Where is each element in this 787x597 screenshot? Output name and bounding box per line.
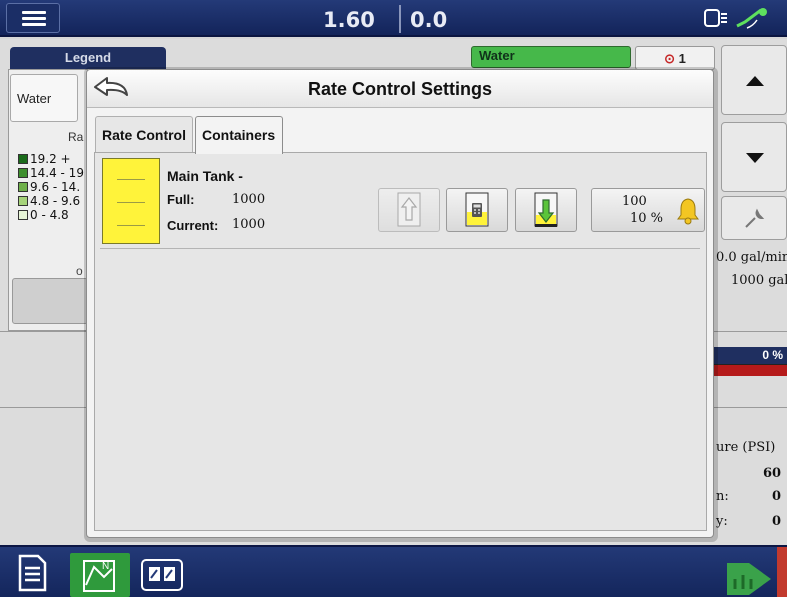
bell-icon bbox=[677, 198, 699, 225]
current-label: Current: bbox=[167, 218, 219, 233]
legend-tab[interactable]: Legend bbox=[10, 47, 166, 69]
target-chip-value: 1 bbox=[678, 51, 686, 66]
document-icon bbox=[18, 554, 47, 592]
legend-range-label: 0 - 4.8 bbox=[30, 208, 69, 222]
pressure-value: 60 bbox=[763, 466, 782, 481]
full-value: 1000 bbox=[232, 192, 266, 207]
legend-range-row: 14.4 - 19 bbox=[18, 166, 84, 180]
calculate-tank-button[interactable] bbox=[446, 188, 508, 232]
tab-containers[interactable]: Containers bbox=[195, 116, 283, 154]
scroll-down-button[interactable] bbox=[721, 122, 787, 192]
settings-button[interactable] bbox=[721, 196, 787, 240]
wrench-icon bbox=[745, 208, 765, 228]
legend-range-row: 4.8 - 9.6 bbox=[18, 194, 84, 208]
menu-icon-line bbox=[22, 23, 46, 26]
legend-range-label: 19.2 + bbox=[30, 152, 71, 166]
volume-readout: 1000 gal bbox=[731, 273, 787, 288]
rate-control-settings-dialog: Rate Control Settings Rate Control Conta… bbox=[86, 69, 714, 538]
level-bar bbox=[712, 364, 787, 376]
fill-tank-button[interactable] bbox=[378, 188, 440, 232]
dialog-header: Rate Control Settings bbox=[87, 70, 713, 108]
split-view-icon bbox=[141, 559, 183, 591]
tank-swatch-line bbox=[117, 202, 145, 203]
legend-marker: o bbox=[76, 264, 83, 278]
dialog-title: Rate Control Settings bbox=[307, 79, 492, 99]
arrow-up-icon bbox=[397, 192, 421, 227]
legend-product-button[interactable]: Water bbox=[10, 74, 78, 122]
scroll-up-button[interactable] bbox=[721, 45, 787, 115]
menu-button[interactable] bbox=[6, 3, 60, 33]
row-n-value: 0 bbox=[772, 489, 782, 504]
legend-range-row: 19.2 + bbox=[18, 152, 84, 166]
status-icons[interactable] bbox=[703, 6, 773, 38]
tank-name: Main Tank - bbox=[167, 168, 243, 184]
menu-icon-line bbox=[22, 17, 46, 20]
current-value: 1000 bbox=[232, 217, 266, 232]
product-chip[interactable]: Water bbox=[471, 46, 631, 68]
tank-swatch-line bbox=[117, 225, 145, 226]
legend-range-label: 4.8 - 9.6 bbox=[30, 194, 81, 208]
menu-icon-line bbox=[22, 11, 46, 14]
flow-readout: 0.0 gal/min bbox=[716, 250, 787, 265]
alert-edge bbox=[777, 547, 787, 597]
reports-button[interactable] bbox=[14, 553, 54, 597]
readout-divider bbox=[399, 5, 401, 33]
tank-color-swatch[interactable] bbox=[102, 158, 160, 244]
speed-readout: 1.60 bbox=[323, 8, 375, 32]
legend-swatch bbox=[18, 196, 28, 206]
alarm-percent: 10 % bbox=[630, 211, 664, 226]
legend-range-row: 0 - 4.8 bbox=[18, 208, 84, 222]
legend-rate-label: Ra bbox=[68, 130, 84, 144]
legend-range-row: 9.6 - 14. bbox=[18, 180, 84, 194]
alarm-amount: 100 bbox=[622, 194, 647, 209]
legend-swatch bbox=[18, 210, 28, 220]
row-y-value: 0 bbox=[772, 514, 782, 529]
tank-swatch-line bbox=[117, 179, 145, 180]
back-arrow-icon bbox=[94, 77, 128, 96]
calculator-icon bbox=[465, 192, 489, 227]
legend-swatch bbox=[18, 182, 28, 192]
legend-ranges: 19.2 + 14.4 - 19 9.6 - 14. 4.8 - 9.6 0 -… bbox=[18, 152, 84, 222]
tab-rate-control[interactable]: Rate Control bbox=[95, 116, 193, 152]
down-arrow-icon bbox=[746, 153, 764, 163]
top-bar: 1.60 0.0 bbox=[0, 0, 787, 37]
brand-logo-icon[interactable] bbox=[727, 555, 771, 595]
legend-range-label: 14.4 - 19 bbox=[30, 166, 84, 180]
low-tank-alarm-button[interactable]: 100 10 % bbox=[591, 188, 705, 232]
pressure-label: ure (PSI) bbox=[716, 440, 776, 455]
legend-range-label: 9.6 - 14. bbox=[30, 180, 81, 194]
split-view-button[interactable] bbox=[140, 553, 186, 597]
percent-readout: 0 % bbox=[712, 347, 787, 364]
row-divider bbox=[100, 248, 700, 249]
legend-action-button[interactable] bbox=[12, 278, 88, 324]
arrow-down-icon bbox=[534, 192, 558, 227]
bottom-bar: N bbox=[0, 545, 787, 597]
legend-swatch bbox=[18, 168, 28, 178]
legend-swatch bbox=[18, 154, 28, 164]
back-button[interactable] bbox=[91, 74, 135, 104]
gps-signal-icon bbox=[704, 8, 767, 29]
field-map-icon: N bbox=[83, 560, 115, 592]
rate-readout: 0.0 bbox=[410, 8, 448, 32]
target-icon: ⊙ bbox=[664, 51, 676, 66]
container-row[interactable]: Main Tank - Full: 1000 Current: 1000 100… bbox=[94, 152, 707, 252]
empty-tank-button[interactable] bbox=[515, 188, 577, 232]
map-view-button[interactable]: N bbox=[70, 553, 130, 597]
svg-text:N: N bbox=[102, 561, 109, 572]
full-label: Full: bbox=[167, 192, 195, 207]
up-arrow-icon bbox=[746, 76, 764, 86]
